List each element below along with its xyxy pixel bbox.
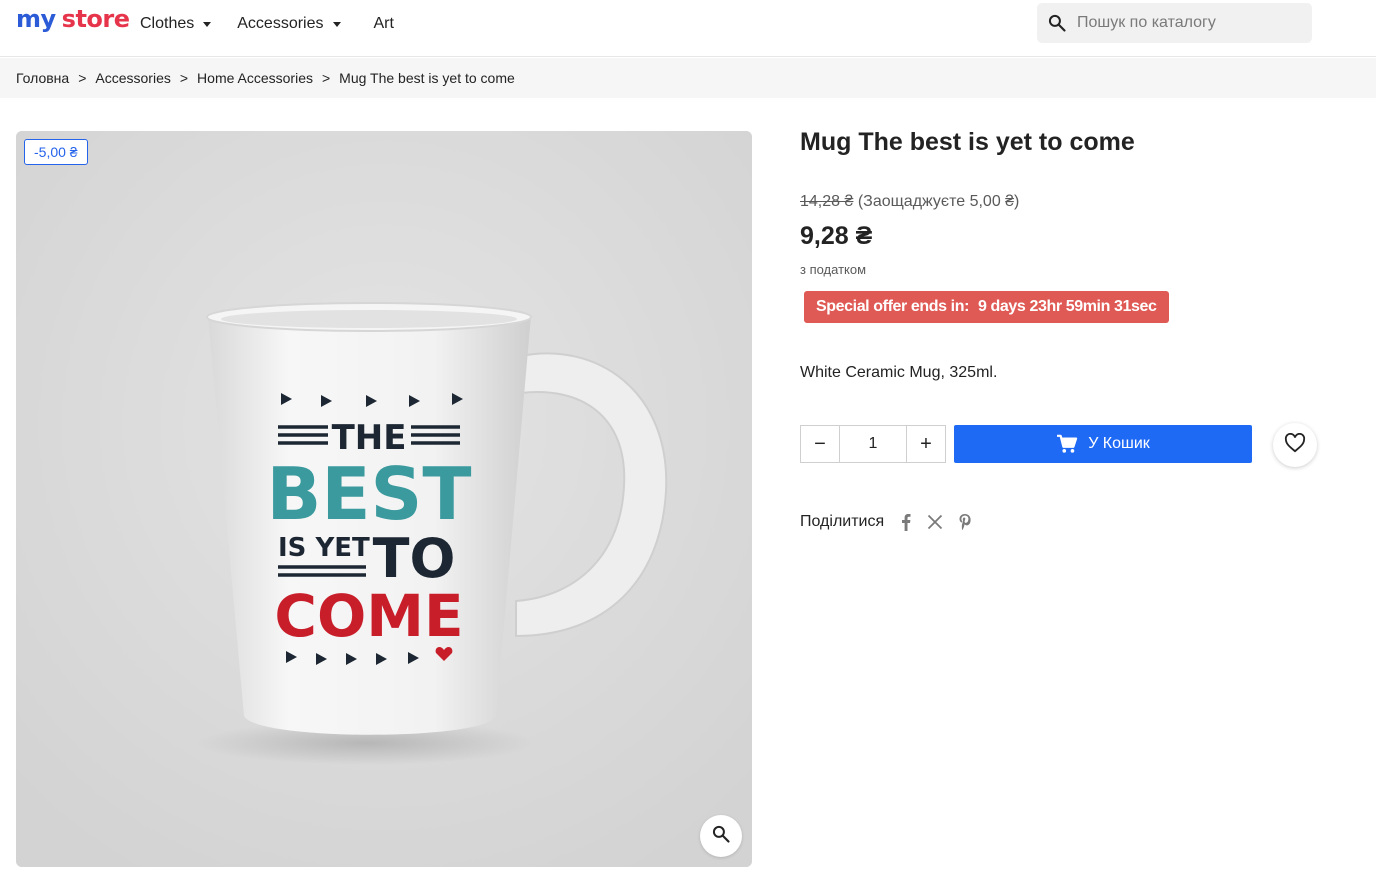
zoom-icon	[711, 824, 731, 849]
breadcrumb: Головна > Accessories > Home Accessories…	[0, 58, 1376, 98]
search-box	[1037, 3, 1312, 43]
savings-text: (Заощаджуєте 5,00 ₴)	[857, 193, 1020, 210]
zoom-button[interactable]	[700, 815, 742, 857]
nav-item-clothes[interactable]: Clothes	[139, 4, 218, 44]
add-to-cart-label: У Кошик	[1088, 435, 1150, 452]
caret-down-icon	[332, 22, 341, 27]
old-price: 14,28 ₴	[800, 193, 854, 210]
search-input[interactable]	[1077, 14, 1297, 32]
special-offer-banner: Special offer ends in: 9 days 23hr 59min…	[804, 291, 1169, 323]
product-title: Mug The best is yet to come	[800, 128, 1135, 156]
wishlist-button[interactable]	[1273, 423, 1317, 467]
mug-text-best: BEST	[266, 452, 471, 536]
add-to-cart-button[interactable]: У Кошик	[954, 425, 1252, 463]
offer-label: Special offer ends in:	[816, 298, 970, 315]
breadcrumb-current: Mug The best is yet to come	[339, 70, 515, 86]
mug-text-to: TO	[373, 527, 456, 590]
product-description: White Ceramic Mug, 325ml.	[800, 364, 998, 381]
mug-illustration: THE BEST IS YET TO COME	[16, 131, 752, 867]
share-label: Поділитися	[800, 513, 885, 530]
pinterest-icon[interactable]	[958, 513, 972, 531]
nav-item-accessories[interactable]: Accessories	[236, 4, 347, 44]
caret-down-icon	[203, 22, 212, 27]
mug-text-is-yet: IS YET	[278, 533, 370, 563]
breadcrumb-separator: >	[78, 70, 87, 86]
quantity-increase-button[interactable]: +	[907, 426, 945, 462]
quantity-input[interactable]: 1	[839, 426, 907, 462]
heart-icon	[1284, 432, 1306, 458]
nav-item-art[interactable]: Art	[373, 4, 401, 44]
mug-text-come: COME	[274, 582, 463, 650]
quantity-decrease-button[interactable]: −	[801, 426, 839, 462]
offer-countdown: 9 days 23hr 59min 31sec	[978, 298, 1157, 315]
logo-text-my: my	[16, 5, 56, 33]
breadcrumb-accessories[interactable]: Accessories	[95, 70, 170, 86]
current-price: 9,28 ₴	[800, 222, 873, 250]
logo-text-store: store	[61, 5, 130, 33]
share-section: Поділитися	[800, 513, 972, 531]
breadcrumb-home[interactable]: Головна	[16, 70, 69, 86]
cart-icon	[1056, 434, 1078, 454]
tax-label: з податком	[800, 262, 867, 277]
quantity-stepper: − 1 +	[800, 425, 946, 463]
nav-label: Accessories	[237, 14, 324, 32]
breadcrumb-home-accessories[interactable]: Home Accessories	[197, 70, 313, 86]
store-logo[interactable]: my store	[16, 5, 130, 41]
nav-label: Art	[373, 14, 394, 32]
discount-badge: -5,00 ₴	[24, 139, 88, 165]
nav-label: Clothes	[140, 14, 195, 32]
breadcrumb-separator: >	[321, 70, 331, 86]
x-icon[interactable]	[927, 514, 943, 530]
product-image[interactable]: THE BEST IS YET TO COME -5,00 ₴	[16, 131, 752, 867]
site-header: my store Clothes Accessories Art	[0, 0, 1376, 57]
breadcrumb-separator: >	[179, 70, 189, 86]
old-price-row: 14,28 ₴ (Заощаджуєте 5,00 ₴)	[800, 193, 1019, 211]
facebook-icon[interactable]	[900, 513, 912, 531]
main-nav: Clothes Accessories Art	[130, 0, 410, 47]
search-icon[interactable]	[1037, 3, 1077, 43]
